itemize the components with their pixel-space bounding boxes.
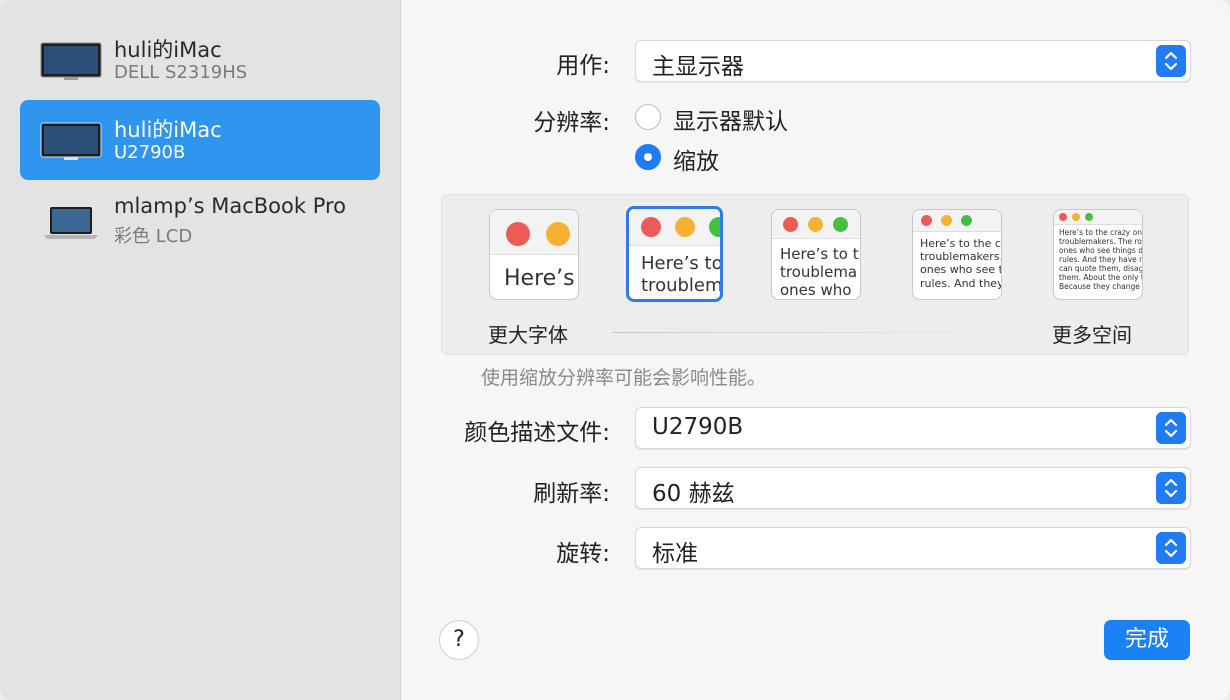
larger-text-label: 更大字体: [488, 323, 568, 347]
scale-option-4[interactable]: Here’s to the cr troublemakers. ones who…: [912, 209, 1002, 300]
chevron-updown-icon: [1156, 412, 1186, 444]
rotation-popup[interactable]: 标准: [635, 527, 1191, 569]
device-model: U2790B: [114, 142, 186, 163]
laptop-icon: [44, 206, 98, 244]
chevron-updown-icon: [1156, 45, 1186, 77]
use-as-value: 主显示器: [652, 54, 744, 80]
sidebar-item-macbook[interactable]: mlamp’s MacBook Pro 彩色 LCD: [20, 180, 380, 260]
scaling-note: 使用缩放分辨率可能会影响性能。: [481, 367, 767, 389]
rotation-value: 标准: [652, 541, 698, 567]
scale-option-1[interactable]: Here’s: [489, 209, 579, 300]
device-name: huli的iMac: [114, 118, 222, 142]
sidebar-item-u2790b[interactable]: huli的iMac U2790B: [20, 100, 380, 180]
color-profile-popup[interactable]: U2790B: [635, 407, 1191, 449]
resolution-label: 分辨率:: [533, 110, 610, 136]
color-profile-value: U2790B: [652, 414, 744, 440]
rotation-label: 旋转:: [556, 541, 610, 567]
sidebar-item-dell[interactable]: huli的iMac DELL S2319HS: [20, 20, 380, 100]
scale-option-5[interactable]: Here’s to the crazy one troublemakers. T…: [1053, 209, 1143, 300]
chevron-updown-icon: [1156, 532, 1186, 564]
settings-panel: 用作: 主显示器 分辨率: 显示器默认 缩放 Here’s Here’s to …: [401, 0, 1230, 700]
refresh-rate-value: 60 赫兹: [652, 481, 735, 507]
preview-text: Here’s to t troublema ones who: [780, 245, 859, 299]
resolution-default-radio[interactable]: [635, 104, 661, 130]
color-profile-label: 颜色描述文件:: [464, 420, 610, 446]
done-button[interactable]: 完成: [1104, 620, 1190, 660]
preview-text: Here’s to the crazy one troublemakers. T…: [1059, 228, 1143, 291]
preview-text: Here’s: [504, 266, 575, 291]
preview-text: Here’s to troublem: [641, 253, 723, 296]
resolution-default-label: 显示器默认: [673, 109, 788, 135]
use-as-popup[interactable]: 主显示器: [635, 40, 1191, 82]
scaling-chooser: Here’s Here’s to troublem Here’s to t tr…: [441, 194, 1189, 355]
monitor-icon: [40, 42, 102, 86]
preview-text: Here’s to the cr troublemakers. ones who…: [920, 237, 1002, 290]
scale-option-2[interactable]: Here’s to troublem: [626, 206, 723, 302]
resolution-scaled-radio[interactable]: [635, 144, 661, 170]
chevron-updown-icon: [1156, 472, 1186, 504]
display-settings-window: huli的iMac DELL S2319HS huli的iMac U2790B: [0, 0, 1230, 700]
device-model: DELL S2319HS: [114, 62, 248, 83]
device-model: 彩色 LCD: [114, 226, 193, 247]
monitor-icon: [40, 122, 102, 166]
help-button[interactable]: ?: [439, 620, 479, 660]
device-name: mlamp’s MacBook Pro: [114, 194, 347, 218]
scale-slider-track: [612, 332, 982, 333]
device-name: huli的iMac: [114, 38, 222, 62]
refresh-rate-label: 刷新率:: [533, 481, 610, 507]
refresh-rate-popup[interactable]: 60 赫兹: [635, 467, 1191, 509]
more-space-label: 更多空间: [1052, 323, 1132, 347]
use-as-label: 用作:: [556, 53, 610, 79]
display-sidebar: huli的iMac DELL S2319HS huli的iMac U2790B: [0, 0, 401, 700]
resolution-scaled-label: 缩放: [673, 149, 719, 175]
scale-option-3[interactable]: Here’s to t troublema ones who: [771, 209, 861, 300]
